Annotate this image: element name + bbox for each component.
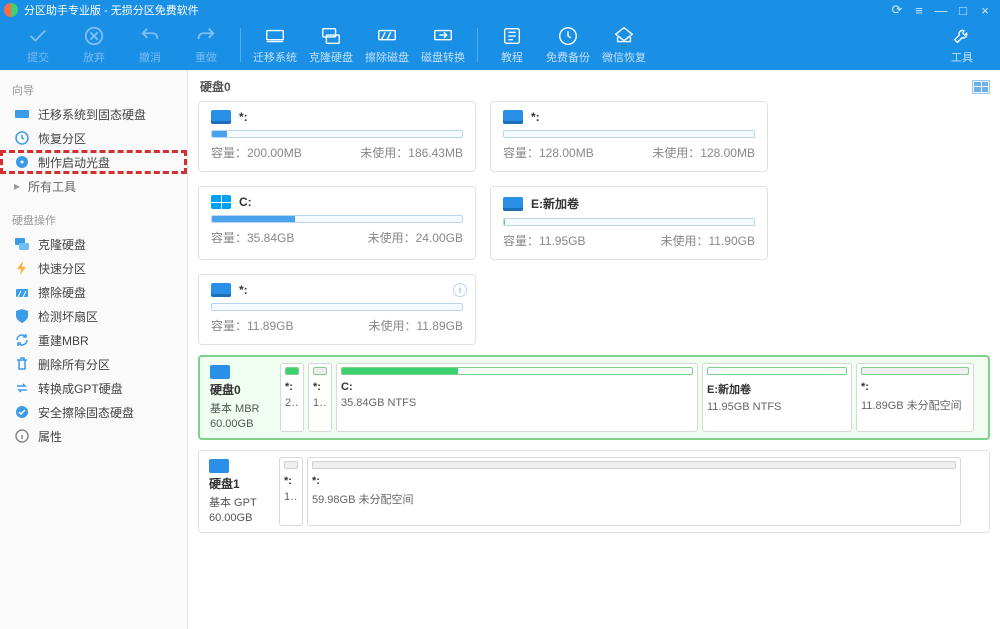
sidebar-item-clone-disk[interactable]: 克隆硬盘 [0,232,187,256]
clone-icon [14,236,30,252]
sidebar: 向导 迁移系统到固态硬盘 恢复分区 制作启动光盘 ▸所有工具 硬盘操作 克隆硬盘… [0,70,188,629]
partition-segment[interactable]: *:20… [280,363,304,432]
undo-button[interactable]: 撤消 [122,20,178,70]
titlebar: 分区助手专业版 - 无损分区免费软件 ⟳ ≡ — □ × [0,0,1000,20]
shield-icon [14,308,30,324]
capacity-label: 容量：200.00MB [211,144,302,161]
sidebar-item-all-tools[interactable]: ▸所有工具 [0,174,187,198]
sidebar-item-migrate-ssd[interactable]: 迁移系统到固态硬盘 [0,102,187,126]
usage-bar [211,215,463,223]
disk-convert-button[interactable]: 磁盘转换 [415,20,471,70]
partition-card[interactable]: C: 容量：35.84GB 未使用：24.00GB [198,186,476,260]
drive-icon [211,110,231,124]
sidebar-item-quick-partition[interactable]: 快速分区 [0,256,187,280]
capacity-label: 容量：11.89GB [211,317,293,334]
free-backup-button[interactable]: 免费备份 [540,20,596,70]
migrate-os-button[interactable]: 迁移系统 [247,20,303,70]
usage-bar [211,303,463,311]
grid-view-button[interactable] [972,80,990,94]
sidebar-item-make-boot-disc[interactable]: 制作启动光盘 [0,150,187,174]
hdd-icon [14,106,30,122]
sidebar-item-properties[interactable]: 属性 [0,424,187,448]
partition-segment[interactable]: *:11.89GB 未分配空间 [856,363,974,432]
disk-row[interactable]: 硬盘0基本 MBR60.00GB*:20…*:12…C:35.84GB NTFS… [198,355,990,440]
eraser-icon [14,284,30,300]
unused-label: 未使用：11.90GB [661,232,755,249]
disk-icon [209,459,229,473]
tutorial-button[interactable]: 教程 [484,20,540,70]
partition-card[interactable]: *: 容量：128.00MB 未使用：128.00MB [490,101,768,172]
trash-icon [14,356,30,372]
partition-name: E:新加卷 [531,195,579,212]
wechat-recover-button[interactable]: 微信恢复 [596,20,652,70]
sidebar-item-wipe-disk[interactable]: 擦除硬盘 [0,280,187,304]
disk-info: 硬盘0基本 MBR60.00GB [206,363,276,432]
sidebar-item-convert-gpt[interactable]: 转换成GPT硬盘 [0,376,187,400]
content-panel: 硬盘0 *: 容量：200.00MB 未使用：186.43MB *: 容量：128.00… [188,70,1000,629]
menu-icon[interactable]: ≡ [908,3,930,18]
partition-name: C: [239,195,252,209]
partition-segment[interactable]: *:59.98GB 未分配空间 [307,457,961,526]
partition-name: *: [239,110,248,124]
maximize-button[interactable]: □ [952,3,974,18]
sidebar-item-rebuild-mbr[interactable]: 重建MBR [0,328,187,352]
chevron-right-icon: ▸ [14,179,20,193]
drive-icon [211,195,231,209]
unused-label: 未使用：128.00MB [652,144,755,161]
secure-erase-icon [14,404,30,420]
sidebar-group-disk-ops: 硬盘操作 [0,208,187,232]
usage-bar [503,218,755,226]
close-button[interactable]: × [974,3,996,18]
partition-segment[interactable]: C:35.84GB NTFS [336,363,698,432]
convert-icon [14,380,30,396]
rebuild-icon [14,332,30,348]
disk-icon [210,365,230,379]
unused-label: 未使用：11.89GB [369,317,463,334]
app-logo-icon [4,3,18,17]
drive-icon [503,110,523,124]
lightning-icon [14,260,30,276]
drive-icon [211,283,231,297]
capacity-label: 容量：128.00MB [503,144,594,161]
drive-icon [503,197,523,211]
submit-button[interactable]: 提交 [10,20,66,70]
capacity-label: 容量：35.84GB [211,229,294,246]
panel-title: 硬盘0 [200,78,231,95]
window-title: 分区助手专业版 - 无损分区免费软件 [24,2,199,18]
tools-button[interactable]: 工具 [934,20,990,70]
sidebar-item-delete-all[interactable]: 删除所有分区 [0,352,187,376]
minimize-button[interactable]: — [930,3,952,18]
sidebar-item-bad-sector[interactable]: 检测坏扇区 [0,304,187,328]
recover-icon [14,130,30,146]
clone-disk-button[interactable]: 克隆硬盘 [303,20,359,70]
wipe-disk-button[interactable]: 擦除磁盘 [359,20,415,70]
partition-name: *: [239,283,248,297]
disk-row[interactable]: 硬盘1基本 GPT60.00GB*:15…*:59.98GB 未分配空间 [198,450,990,533]
disk-info: 硬盘1基本 GPT60.00GB [205,457,275,526]
usage-bar [503,130,755,138]
partition-segment[interactable]: *:15… [279,457,303,526]
redo-button[interactable]: 重做 [178,20,234,70]
sidebar-group-wizard: 向导 [0,78,187,102]
partition-name: *: [531,110,540,124]
partition-card[interactable]: i *: 容量：11.89GB 未使用：11.89GB [198,274,476,345]
partition-segment[interactable]: *:12… [308,363,332,432]
capacity-label: 容量：11.95GB [503,232,585,249]
sidebar-item-recover[interactable]: 恢复分区 [0,126,187,150]
info-icon [14,428,30,444]
info-badge-icon[interactable]: i [453,283,467,297]
unused-label: 未使用：24.00GB [368,229,463,246]
refresh-icon[interactable]: ⟳ [886,2,908,18]
toolbar: 提交 放弃 撤消 重做 迁移系统 克隆硬盘 擦除磁盘 磁盘转换 教程 免费备份 … [0,20,1000,70]
discard-button[interactable]: 放弃 [66,20,122,70]
unused-label: 未使用：186.43MB [360,144,463,161]
usage-bar [211,130,463,138]
partition-segment[interactable]: E:新加卷11.95GB NTFS [702,363,852,432]
sidebar-item-secure-erase[interactable]: 安全擦除固态硬盘 [0,400,187,424]
partition-card[interactable]: *: 容量：200.00MB 未使用：186.43MB [198,101,476,172]
disc-icon [14,154,30,170]
partition-card[interactable]: E:新加卷容量：11.95GB 未使用：11.90GB [490,186,768,260]
